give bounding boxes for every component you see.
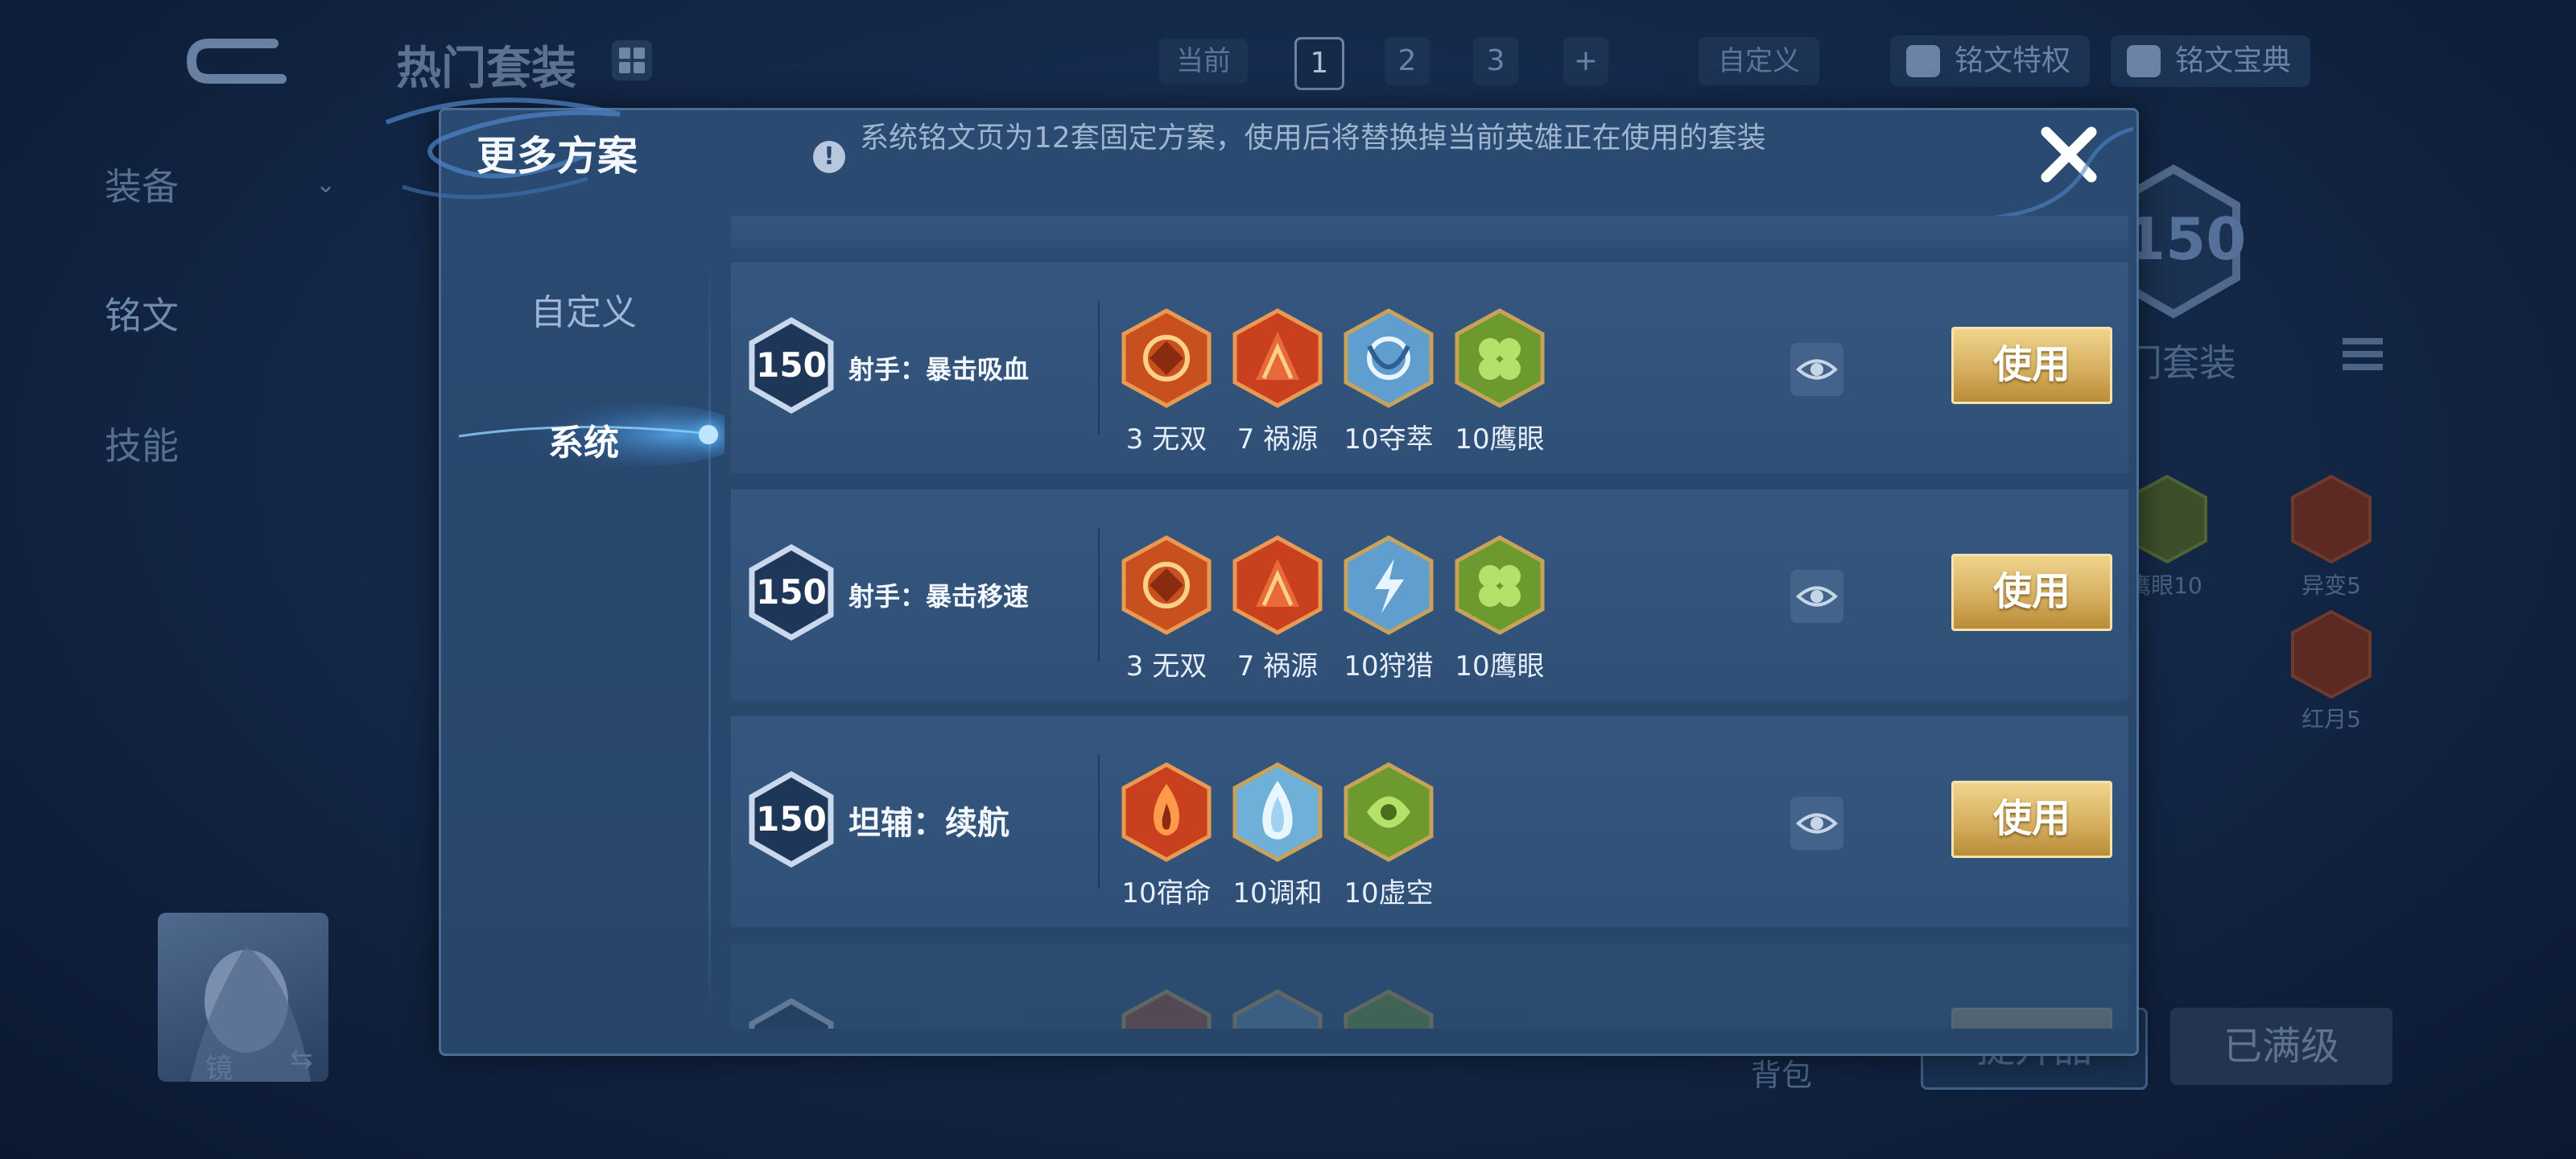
- preview-eye-icon[interactable]: [1790, 570, 1843, 623]
- sidebar-divider: [708, 250, 711, 1014]
- rune-privilege-button[interactable]: 铭文特权: [1890, 35, 2091, 87]
- tab-custom[interactable]: 自定义: [483, 283, 684, 335]
- rune-label: 10夺萃: [1344, 423, 1434, 456]
- preview-eye-icon[interactable]: [1790, 797, 1843, 850]
- faded-rune-icon: [1121, 989, 1212, 1029]
- lightning-rune-icon: [1344, 535, 1434, 635]
- plan-name: 射手：暴击移速: [848, 581, 1030, 612]
- sort-icon[interactable]: [2343, 338, 2383, 386]
- hot-sets-title: 热门套装: [396, 43, 576, 95]
- rune-label: 10鹰眼: [1455, 650, 1545, 683]
- use-button[interactable]: 使用: [1951, 781, 2112, 858]
- rune-label: 3 无双: [1125, 423, 1208, 456]
- backpack-label[interactable]: 背包: [1751, 1050, 1812, 1095]
- use-button[interactable]: 使用: [1951, 327, 2112, 404]
- plan-row: 150 射手：暴击移速 3 无双 7 祸源 10狩猎 10鹰眼 使用: [731, 489, 2128, 700]
- rune-label: 10狩猎: [1344, 650, 1434, 683]
- chevron-down-icon: ⌄: [316, 171, 336, 199]
- bg-rune-redmoon-icon: [2291, 609, 2372, 699]
- tab-indicator-dot: [699, 425, 718, 444]
- corner-swirl-decoration: [1996, 126, 2134, 220]
- grid-icon[interactable]: [612, 40, 652, 80]
- plan-list[interactable]: 150 射手：暴击吸血 3 无双 7 祸源 10夺萃 10鹰眼 使用 150 射…: [731, 216, 2128, 1029]
- bg-rune-mutation-icon: [2291, 474, 2372, 564]
- current-page-label: 当前: [1159, 39, 1248, 84]
- dialog-title: 更多方案: [477, 133, 638, 179]
- preview-eye-icon[interactable]: [1790, 343, 1843, 396]
- dialog-notice: 系统铭文页为12套固定方案，使用后将替换掉当前英雄正在使用的套装: [860, 122, 1766, 155]
- rune-label: 3 无双: [1125, 650, 1208, 683]
- codex-icon: [2127, 45, 2161, 77]
- rune-codex-button[interactable]: 铭文宝典: [2111, 35, 2311, 87]
- row-divider: [1098, 755, 1100, 889]
- rune-label: 10宿命: [1121, 877, 1212, 909]
- use-button-partial: [1951, 1008, 2112, 1029]
- plan-name: 坦辅：续航: [848, 805, 1009, 842]
- spiral-rune-icon: [1121, 308, 1212, 408]
- page-tab-3[interactable]: 3: [1473, 37, 1518, 85]
- leaf-rune-icon: [1344, 762, 1434, 862]
- fan-rune-icon: [1232, 308, 1323, 408]
- hot-set-label: 门套装: [2125, 341, 2236, 385]
- fan-rune-icon: [1232, 535, 1323, 635]
- side-nav-runes[interactable]: 铭文: [105, 287, 179, 340]
- level-hex-icon: [749, 997, 834, 1029]
- plan-level: 150: [756, 345, 827, 385]
- drop-rune-icon: [1232, 762, 1323, 862]
- rune-label: 10虚空: [1344, 877, 1434, 909]
- rune-privilege-label: 铭文特权: [1955, 44, 2071, 77]
- hero-name: 镜: [205, 1053, 233, 1085]
- tab-system[interactable]: 系统: [483, 414, 684, 465]
- bg-level-value: 150: [2125, 205, 2247, 273]
- page-tab-1[interactable]: 1: [1294, 37, 1344, 90]
- privilege-icon: [1906, 45, 1940, 77]
- plan-level: 150: [756, 799, 827, 839]
- bg-rune-label: 红月5: [2301, 706, 2361, 732]
- back-icon[interactable]: [185, 32, 290, 89]
- plan-row: 150 坦辅：续航 10宿命 10调和 10虚空 使用: [731, 716, 2128, 927]
- flame-rune-icon: [1121, 762, 1212, 862]
- plan-level: 150: [756, 572, 827, 612]
- side-nav-equipment[interactable]: 装备: [105, 158, 179, 211]
- add-page-button[interactable]: +: [1563, 37, 1608, 85]
- maxed-button[interactable]: 已满级: [2170, 1008, 2392, 1085]
- rune-label: 7 祸源: [1236, 650, 1319, 683]
- plan-name: 射手：暴击吸血: [848, 354, 1030, 385]
- row-divider: [1098, 301, 1100, 435]
- knot-rune-icon: [1344, 308, 1434, 408]
- clover-rune-icon: [1455, 308, 1545, 408]
- plan-row-partial: [731, 216, 2128, 248]
- plan-row: 150 射手：暴击吸血 3 无双 7 祸源 10夺萃 10鹰眼 使用: [731, 262, 2128, 473]
- rune-label: 10调和: [1232, 877, 1323, 909]
- custom-tab[interactable]: 自定义: [1699, 37, 1819, 85]
- rune-label: 7 祸源: [1236, 423, 1319, 456]
- info-icon: !: [813, 141, 845, 173]
- faded-rune-icon: [1344, 989, 1434, 1029]
- rune-codex-label: 铭文宝典: [2175, 44, 2292, 77]
- spiral-rune-icon: [1121, 535, 1212, 635]
- rune-label: 10鹰眼: [1455, 423, 1545, 456]
- clover-rune-icon: [1455, 535, 1545, 635]
- use-button[interactable]: 使用: [1951, 554, 2112, 631]
- bg-rune-label: 异变5: [2301, 572, 2361, 599]
- plan-row-partial: [731, 943, 2128, 1029]
- faded-rune-icon: [1232, 989, 1323, 1029]
- side-nav-skills[interactable]: 技能: [105, 417, 179, 470]
- page-tab-2[interactable]: 2: [1385, 37, 1430, 85]
- row-divider: [1098, 528, 1100, 662]
- swap-hero-icon[interactable]: ⇆: [290, 1043, 313, 1075]
